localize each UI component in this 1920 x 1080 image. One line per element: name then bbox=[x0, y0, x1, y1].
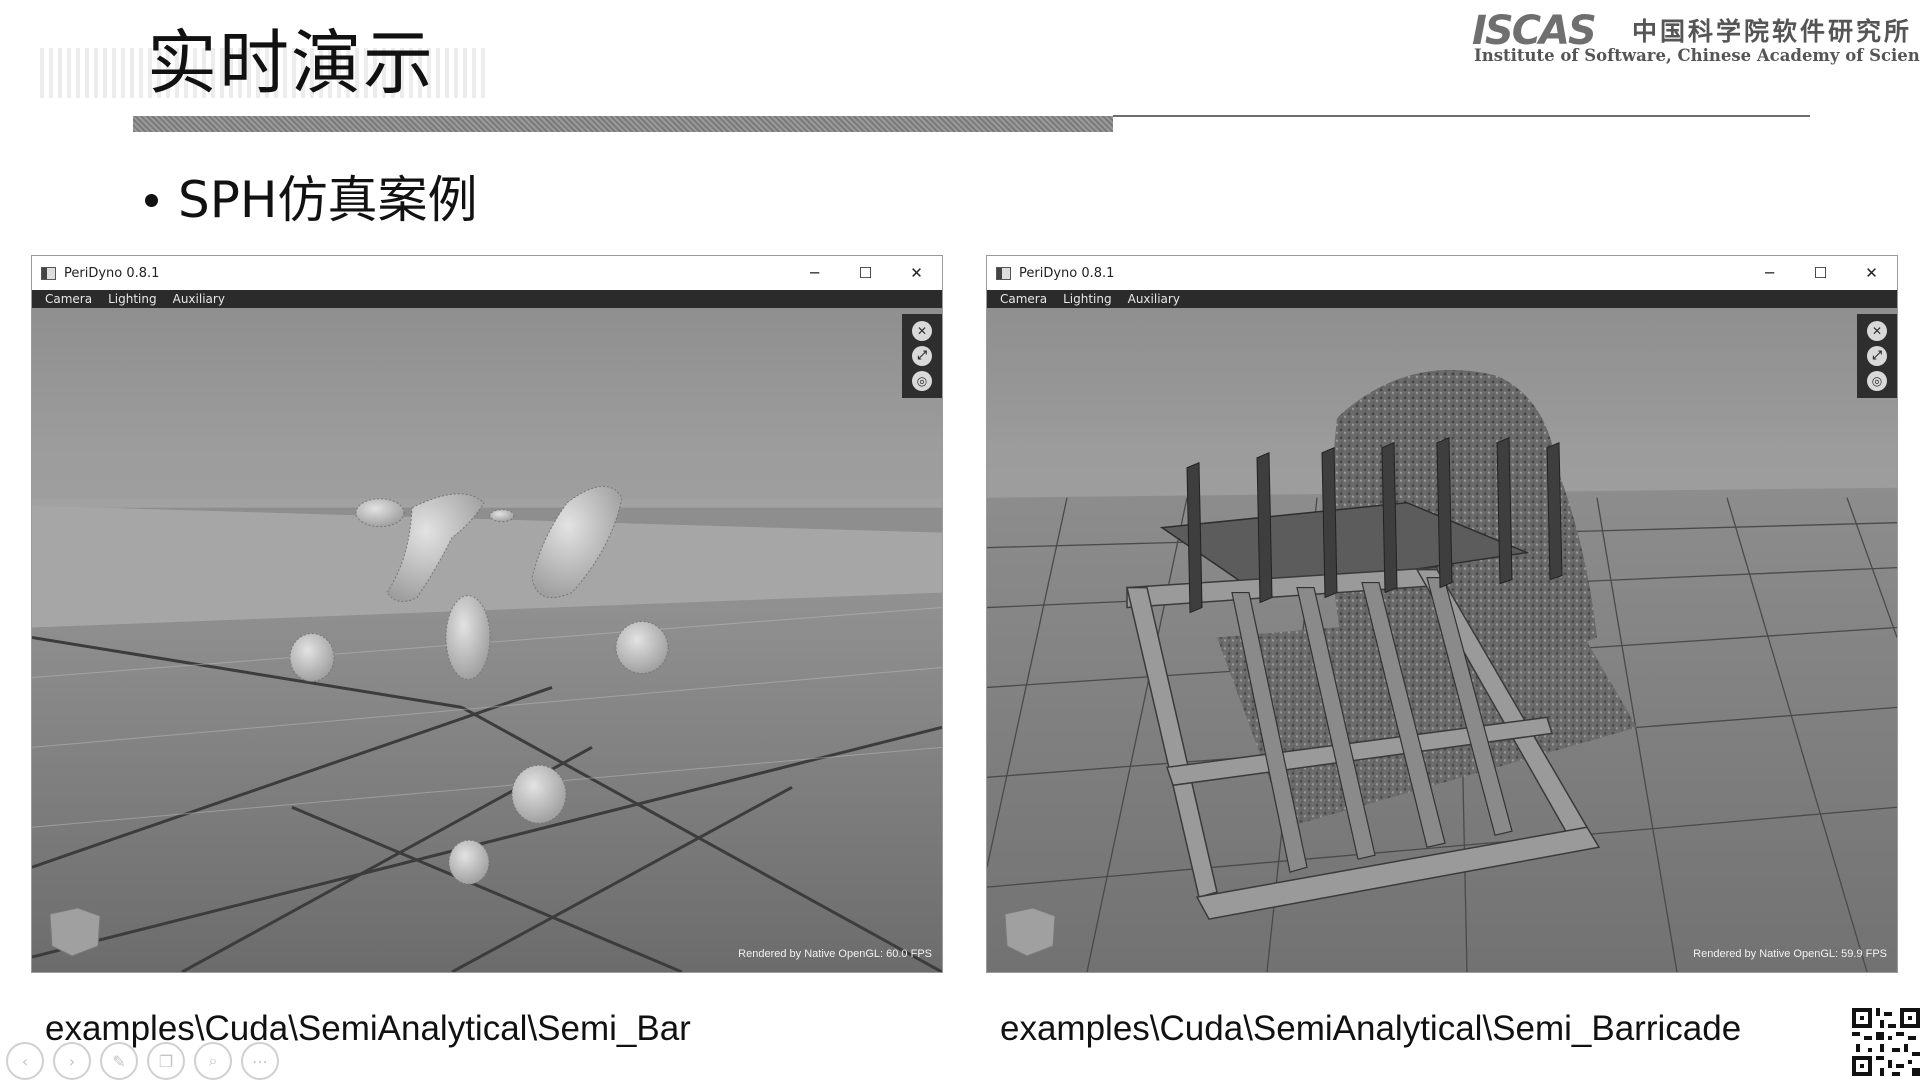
logo-chinese-name: 中国科学院软件研究所 bbox=[1632, 17, 1913, 46]
orientation-gizmo-icon[interactable] bbox=[1003, 906, 1057, 958]
close-button[interactable]: ✕ bbox=[891, 256, 942, 290]
bullet-point: SPH仿真案例 bbox=[145, 175, 478, 225]
menu-lighting[interactable]: Lighting bbox=[108, 292, 157, 306]
close-button[interactable]: ✕ bbox=[1846, 256, 1897, 290]
iscas-logo: ISCAS 中国科学院软件研究所 Institute of Software, … bbox=[1472, 8, 1920, 70]
menu-lighting[interactable]: Lighting bbox=[1063, 292, 1112, 306]
peridyno-window-semi-bar: PeriDyno 0.8.1 ─ ☐ ✕ Camera Lighting Aux… bbox=[31, 255, 943, 973]
caption-semi-barricade: examples\Cuda\SemiAnalytical\Semi_Barric… bbox=[1000, 1009, 1742, 1048]
globe-icon[interactable]: ◎ bbox=[912, 371, 932, 392]
window-title: PeriDyno 0.8.1 bbox=[64, 265, 160, 281]
orientation-gizmo-icon[interactable] bbox=[48, 906, 102, 958]
menu-auxiliary[interactable]: Auxiliary bbox=[173, 292, 225, 306]
menu-auxiliary[interactable]: Auxiliary bbox=[1128, 292, 1180, 306]
window-titlebar[interactable]: PeriDyno 0.8.1 ─ ☐ ✕ bbox=[32, 256, 942, 290]
menubar: Camera Lighting Auxiliary bbox=[987, 290, 1897, 308]
pages-icon[interactable]: ❐ bbox=[147, 1042, 185, 1080]
render-viewport[interactable]: ✕ ⤢ ◎ Rendered by Native OpenGL: 59.9 FP… bbox=[987, 308, 1897, 972]
fullscreen-icon[interactable]: ✕ bbox=[912, 320, 932, 341]
viewport-toolbox: ✕ ⤢ ◎ bbox=[1857, 314, 1897, 398]
peridyno-window-semi-barricade: PeriDyno 0.8.1 ─ ☐ ✕ Camera Lighting Aux… bbox=[986, 255, 1898, 973]
fps-status: Rendered by Native OpenGL: 60.0 FPS bbox=[738, 948, 932, 960]
slide-title: 实时演示 bbox=[147, 22, 435, 104]
window-titlebar[interactable]: PeriDyno 0.8.1 ─ ☐ ✕ bbox=[987, 256, 1897, 290]
viewport-toolbox: ✕ ⤢ ◎ bbox=[902, 314, 942, 398]
app-icon bbox=[41, 266, 56, 280]
window-title: PeriDyno 0.8.1 bbox=[1019, 265, 1115, 281]
menu-camera[interactable]: Camera bbox=[1000, 292, 1047, 306]
bullet-dot bbox=[145, 193, 158, 207]
fps-status: Rendered by Native OpenGL: 59.9 FPS bbox=[1693, 948, 1887, 960]
expand-icon[interactable]: ⤢ bbox=[1867, 345, 1887, 366]
globe-icon[interactable]: ◎ bbox=[1867, 371, 1887, 392]
expand-icon[interactable]: ⤢ bbox=[912, 345, 932, 366]
minimize-button[interactable]: ─ bbox=[1744, 256, 1795, 290]
fullscreen-icon[interactable]: ✕ bbox=[1867, 320, 1887, 341]
next-icon[interactable]: › bbox=[53, 1042, 91, 1080]
title-underline-line bbox=[1113, 115, 1810, 117]
qr-code-icon bbox=[1852, 1008, 1920, 1076]
sph-bar-scene bbox=[32, 308, 942, 972]
maximize-button[interactable]: ☐ bbox=[1795, 256, 1846, 290]
minimize-button[interactable]: ─ bbox=[789, 256, 840, 290]
sph-barricade-scene bbox=[987, 308, 1897, 972]
title-underline-bar bbox=[133, 116, 1113, 132]
logo-english-name: Institute of Software, Chinese Academy o… bbox=[1474, 46, 1920, 65]
pen-icon[interactable]: ✎ bbox=[100, 1042, 138, 1080]
zoom-icon[interactable]: ⌕ bbox=[194, 1042, 232, 1080]
more-icon[interactable]: ⋯ bbox=[241, 1042, 279, 1080]
maximize-button[interactable]: ☐ bbox=[840, 256, 891, 290]
bullet-text: SPH仿真案例 bbox=[178, 171, 478, 229]
prev-icon[interactable]: ‹ bbox=[6, 1042, 44, 1080]
app-icon bbox=[996, 266, 1011, 280]
menubar: Camera Lighting Auxiliary bbox=[32, 290, 942, 308]
presentation-controls: ‹ › ✎ ❐ ⌕ ⋯ bbox=[6, 1042, 279, 1080]
render-viewport[interactable]: ✕ ⤢ ◎ Rendered by Native OpenGL: 60.0 FP… bbox=[32, 308, 942, 972]
menu-camera[interactable]: Camera bbox=[45, 292, 92, 306]
